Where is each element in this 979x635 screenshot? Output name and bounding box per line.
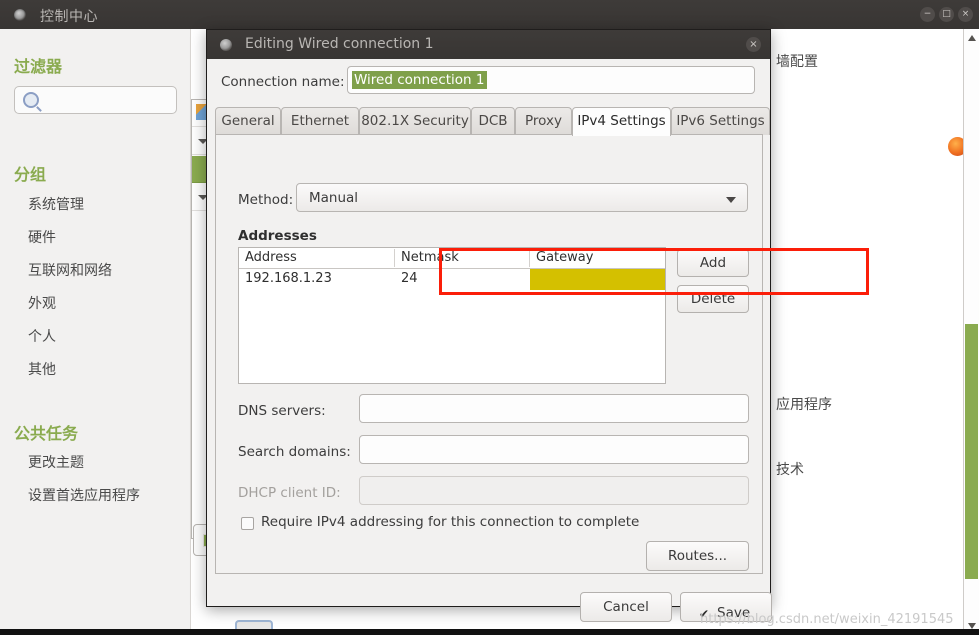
- ipv4-settings-panel: Method: Manual Addresses Address Netmask…: [215, 134, 763, 574]
- method-label: Method:: [238, 192, 294, 208]
- minimize-icon[interactable]: −: [920, 7, 935, 22]
- sidebar-item-change-theme[interactable]: 更改主题: [28, 452, 84, 472]
- scroll-up-icon[interactable]: [968, 35, 976, 41]
- dhcp-client-id-input: [359, 476, 749, 505]
- method-selected-value: Manual: [309, 190, 359, 206]
- maximize-icon[interactable]: □: [939, 7, 954, 22]
- sidebar-item-preferred-apps[interactable]: 设置首选应用程序: [28, 485, 140, 505]
- settings-tabbar: General Ethernet 802.1X Security DCB Pro…: [215, 107, 770, 136]
- tab-8021x-security[interactable]: 802.1X Security: [359, 107, 471, 135]
- add-button[interactable]: Add: [677, 249, 749, 277]
- search-icon: [23, 92, 39, 108]
- require-ipv4-label: Require IPv4 addressing for this connect…: [261, 514, 640, 530]
- cell-gateway-editing[interactable]: [530, 269, 665, 290]
- sidebar-item-hardware[interactable]: 硬件: [28, 227, 56, 247]
- screen-bottom-edge: [0, 629, 979, 635]
- main-vertical-scrollbar[interactable]: [963, 29, 979, 635]
- column-header-address[interactable]: Address: [245, 250, 297, 265]
- dialog-close-icon[interactable]: ×: [746, 37, 761, 52]
- connection-name-label: Connection name:: [221, 74, 345, 90]
- addresses-table-header: Address Netmask Gateway: [239, 248, 665, 269]
- search-domains-label: Search domains:: [238, 444, 351, 460]
- table-row[interactable]: 192.168.1.23 24: [239, 269, 665, 290]
- tab-dcb[interactable]: DCB: [471, 107, 515, 135]
- tasks-heading: 公共任务: [14, 424, 79, 443]
- tab-ipv4-settings[interactable]: IPv4 Settings: [572, 107, 671, 136]
- tab-general[interactable]: General: [215, 107, 281, 135]
- method-dropdown[interactable]: Manual: [296, 183, 748, 212]
- connection-name-value: Wired connection 1: [352, 71, 487, 89]
- close-icon[interactable]: ×: [958, 7, 973, 22]
- sidebar-item-personal[interactable]: 个人: [28, 326, 56, 346]
- connection-name-input[interactable]: Wired connection 1: [347, 66, 755, 94]
- main-text-firewall-config[interactable]: 墙配置: [776, 51, 818, 71]
- dns-servers-input[interactable]: [359, 394, 749, 423]
- tab-ipv6-settings[interactable]: IPv6 Settings: [671, 107, 770, 135]
- search-input[interactable]: [42, 90, 174, 112]
- cell-netmask[interactable]: 24: [401, 271, 418, 286]
- main-text-applications[interactable]: 应用程序: [776, 394, 832, 414]
- dialog-menu-icon[interactable]: [220, 39, 232, 51]
- control-center-titlebar: 控制中心 − □ ×: [0, 0, 979, 30]
- dialog-title: Editing Wired connection 1: [245, 36, 434, 52]
- cell-address[interactable]: 192.168.1.23: [245, 271, 332, 286]
- group-heading: 分组: [14, 165, 47, 184]
- search-domains-input[interactable]: [359, 435, 749, 464]
- window-controls: − □ ×: [920, 7, 973, 22]
- tab-proxy[interactable]: Proxy: [515, 107, 572, 135]
- control-center-title: 控制中心: [40, 9, 98, 25]
- cancel-button[interactable]: Cancel: [580, 592, 672, 622]
- control-center-sidebar: 过滤器 分组 系统管理 硬件 互联网和网络 外观 个人 其他 公共任务 更改主题…: [0, 29, 191, 635]
- sidebar-item-system-admin[interactable]: 系统管理: [28, 194, 84, 214]
- column-header-gateway[interactable]: Gateway: [536, 250, 593, 265]
- main-text-technology[interactable]: 技术: [776, 459, 804, 479]
- tab-ethernet[interactable]: Ethernet: [281, 107, 359, 135]
- delete-button[interactable]: Delete: [677, 285, 749, 313]
- dhcp-client-id-label: DHCP client ID:: [238, 485, 341, 501]
- routes-button[interactable]: Routes...: [646, 541, 749, 571]
- addresses-table[interactable]: Address Netmask Gateway 192.168.1.23 24: [238, 247, 666, 384]
- sidebar-item-internet-network[interactable]: 互联网和网络: [28, 260, 112, 280]
- chevron-down-icon: [726, 197, 736, 203]
- window-menu-icon[interactable]: [14, 9, 26, 21]
- scrollbar-thumb[interactable]: [965, 324, 978, 579]
- editing-connection-dialog: Editing Wired connection 1 × Connection …: [206, 29, 869, 622]
- search-input-wrapper[interactable]: [14, 86, 177, 114]
- addresses-heading: Addresses: [238, 228, 317, 244]
- column-header-netmask[interactable]: Netmask: [401, 250, 459, 265]
- dialog-titlebar: Editing Wired connection 1 ×: [207, 30, 770, 59]
- sidebar-item-other[interactable]: 其他: [28, 359, 56, 379]
- filter-heading: 过滤器: [14, 57, 63, 76]
- watermark-text: https://blog.csdn.net/weixin_42191545: [700, 612, 954, 627]
- dns-servers-label: DNS servers:: [238, 403, 326, 419]
- require-ipv4-checkbox[interactable]: [241, 517, 254, 530]
- sidebar-item-appearance[interactable]: 外观: [28, 293, 56, 313]
